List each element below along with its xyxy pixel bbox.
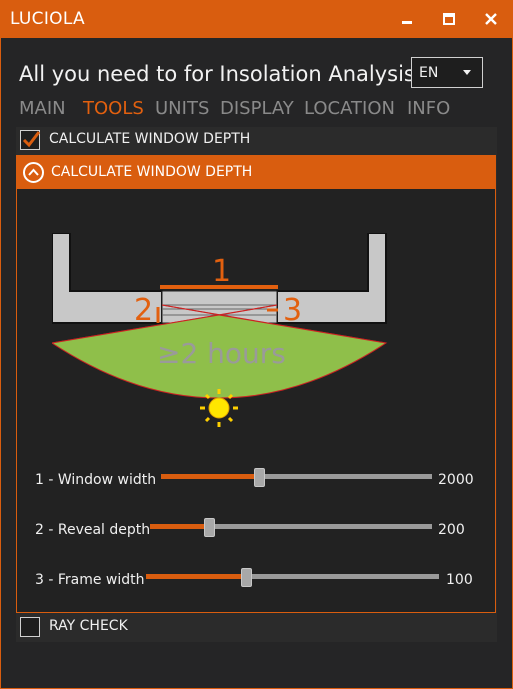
slider-thumb[interactable]: [254, 468, 265, 487]
ray-check-label: RAY CHECK: [49, 618, 128, 634]
frame-width-label: 3 - Frame width: [35, 572, 145, 588]
window-width-row: 1 - Window width 2000: [17, 468, 495, 492]
chevron-up-icon: [23, 162, 44, 183]
dropdown-arrow-icon: [463, 70, 471, 75]
reveal-depth-row: 2 - Reveal depth 200: [17, 518, 495, 542]
tab-units[interactable]: UNITS: [155, 98, 209, 119]
close-icon: [485, 13, 497, 25]
checkmark-icon: [22, 131, 40, 148]
diagram-label-1: 1: [212, 254, 231, 289]
slider-fill: [146, 574, 246, 579]
slider-thumb[interactable]: [204, 518, 215, 537]
expander-title: CALCULATE WINDOW DEPTH: [51, 164, 253, 180]
frame-width-row: 3 - Frame width 100: [17, 568, 495, 592]
frame-width-slider[interactable]: [146, 568, 439, 587]
minimize-button[interactable]: [389, 0, 425, 38]
expander-header[interactable]: CALCULATE WINDOW DEPTH: [17, 156, 495, 189]
diagram-label-2: 2: [134, 293, 153, 328]
insolation-result: ≥2 hours: [157, 337, 286, 370]
diagram-label-3: 3: [283, 293, 302, 328]
page-headline: All you need to for Insolation Analysis: [19, 62, 415, 86]
maximize-button[interactable]: [431, 0, 467, 38]
minimize-icon: [402, 21, 412, 24]
frame-width-value: 100: [446, 572, 473, 588]
reveal-depth-slider[interactable]: [150, 518, 432, 537]
tab-tools[interactable]: TOOLS: [83, 98, 144, 119]
tab-main[interactable]: MAIN: [19, 98, 66, 119]
ray-check-checkbox[interactable]: [20, 617, 40, 637]
window-width-slider[interactable]: [161, 468, 432, 487]
language-selected-value: EN: [419, 65, 439, 81]
tab-location[interactable]: LOCATION: [304, 98, 395, 119]
tab-info[interactable]: INFO: [407, 98, 450, 119]
title-bar: LUCIOLA: [0, 0, 513, 38]
slider-fill: [150, 524, 209, 529]
reveal-depth-value: 200: [438, 522, 465, 538]
slider-thumb[interactable]: [241, 568, 252, 587]
calculate-window-depth-label: CALCULATE WINDOW DEPTH: [49, 131, 251, 147]
slider-fill: [161, 474, 259, 479]
window-width-label: 1 - Window width: [35, 472, 157, 488]
window-title: LUCIOLA: [10, 9, 85, 29]
calculate-window-depth-checkbox[interactable]: [20, 130, 40, 150]
maximize-icon: [443, 13, 455, 25]
language-select[interactable]: EN: [411, 57, 483, 88]
window-depth-expander: CALCULATE WINDOW DEPTH 1 2 3 ≥2 hours 1 …: [16, 155, 496, 613]
window-width-value: 2000: [438, 472, 474, 488]
tab-display[interactable]: DISPLAY: [220, 98, 294, 119]
window-depth-diagram: 1 2 3 ≥2 hours: [52, 233, 388, 427]
reveal-depth-label: 2 - Reveal depth: [35, 522, 151, 538]
close-button[interactable]: [473, 0, 509, 38]
